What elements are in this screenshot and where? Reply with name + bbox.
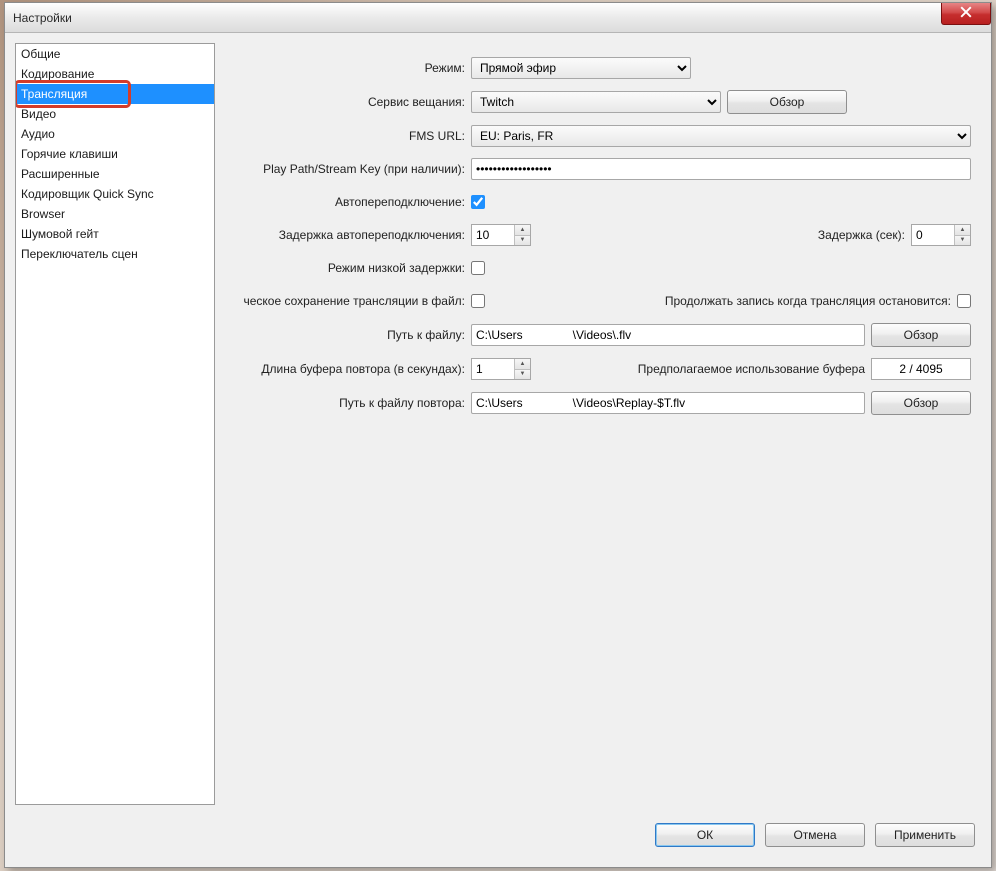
spinner-down-icon[interactable]: ▼ [955, 236, 970, 246]
main-area: Общие Кодирование Трансляция Видео Аудио… [15, 43, 981, 805]
replaypath-browse-button[interactable]: Обзор [871, 391, 971, 415]
delay-sec-spinner[interactable]: ▲ ▼ [911, 224, 971, 246]
playpath-label: Play Path/Stream Key (при наличии): [223, 162, 471, 176]
stream-key-input[interactable] [471, 158, 971, 180]
spinner-down-icon[interactable]: ▼ [515, 236, 530, 246]
fms-select[interactable]: EU: Paris, FR [471, 125, 971, 147]
sidebar-item-hotkeys[interactable]: Горячие клавиши [16, 144, 214, 164]
replaypath-label: Путь к файлу повтора: [223, 396, 471, 410]
sidebar-item-general[interactable]: Общие [16, 44, 214, 64]
apply-button[interactable]: Применить [875, 823, 975, 847]
savefile-label: ческое сохранение трансляции в файл: [223, 294, 471, 308]
mode-label: Режим: [223, 61, 471, 75]
mode-select[interactable]: Прямой эфир [471, 57, 691, 79]
spinner-down-icon[interactable]: ▼ [515, 370, 530, 380]
autoreconnect-label: Автопереподключение: [223, 195, 471, 209]
keeprecording-label: Продолжать запись когда трансляция остан… [665, 294, 951, 308]
reconnect-delay-input[interactable] [472, 225, 514, 245]
spinner-up-icon[interactable]: ▲ [515, 359, 530, 370]
sidebar: Общие Кодирование Трансляция Видео Аудио… [15, 43, 215, 805]
reconnect-delay-spinner[interactable]: ▲ ▼ [471, 224, 531, 246]
filepath-label: Путь к файлу: [223, 328, 471, 342]
delay-sec-label: Задержка (сек): [818, 228, 905, 242]
service-label: Сервис вещания: [223, 95, 471, 109]
autoreconnect-checkbox[interactable] [471, 195, 485, 209]
spinner-up-icon[interactable]: ▲ [515, 225, 530, 236]
sidebar-item-advanced[interactable]: Расширенные [16, 164, 214, 184]
sidebar-item-scenesw[interactable]: Переключатель сцен [16, 244, 214, 264]
filepath-input[interactable] [471, 324, 865, 346]
filepath-browse-button[interactable]: Обзор [871, 323, 971, 347]
form-area: Режим: Прямой эфир Сервис вещания: Twitc… [223, 43, 981, 805]
replaypath-input[interactable] [471, 392, 865, 414]
service-browse-button[interactable]: Обзор [727, 90, 847, 114]
ok-button[interactable]: ОК [655, 823, 755, 847]
window-title: Настройки [13, 11, 72, 25]
bufferlen-spinner[interactable]: ▲ ▼ [471, 358, 531, 380]
sidebar-item-browser[interactable]: Browser [16, 204, 214, 224]
client-area: Общие Кодирование Трансляция Видео Аудио… [5, 33, 991, 867]
cancel-button[interactable]: Отмена [765, 823, 865, 847]
delay-sec-input[interactable] [912, 225, 954, 245]
sidebar-item-audio[interactable]: Аудио [16, 124, 214, 144]
dialog-footer: ОК Отмена Применить [15, 813, 981, 857]
buffer-usage-display: 2 / 4095 [871, 358, 971, 380]
reconnect-delay-label: Задержка автопереподключения: [223, 228, 471, 242]
bufferlen-input[interactable] [472, 359, 514, 379]
titlebar[interactable]: Настройки [5, 3, 991, 33]
sidebar-item-broadcast[interactable]: Трансляция [16, 84, 214, 104]
close-button[interactable] [941, 3, 991, 25]
service-select[interactable]: Twitch [471, 91, 721, 113]
spinner-up-icon[interactable]: ▲ [955, 225, 970, 236]
settings-window: Настройки Общие Кодирование Трансляция В… [4, 2, 992, 868]
savefile-checkbox[interactable] [471, 294, 485, 308]
bufferlen-label: Длина буфера повтора (в секундах): [223, 362, 471, 376]
sidebar-item-video[interactable]: Видео [16, 104, 214, 124]
sidebar-item-encoding[interactable]: Кодирование [16, 64, 214, 84]
close-icon [960, 6, 972, 21]
sidebar-item-noisegate[interactable]: Шумовой гейт [16, 224, 214, 244]
bufferest-label: Предполагаемое использование буфера [638, 362, 865, 376]
keeprecording-checkbox[interactable] [957, 294, 971, 308]
lowlatency-checkbox[interactable] [471, 261, 485, 275]
sidebar-item-label: Трансляция [21, 87, 87, 101]
fms-label: FMS URL: [223, 129, 471, 143]
sidebar-item-quicksync[interactable]: Кодировщик Quick Sync [16, 184, 214, 204]
lowlatency-label: Режим низкой задержки: [223, 261, 471, 275]
buffer-usage-value: 2 / 4095 [899, 362, 942, 376]
